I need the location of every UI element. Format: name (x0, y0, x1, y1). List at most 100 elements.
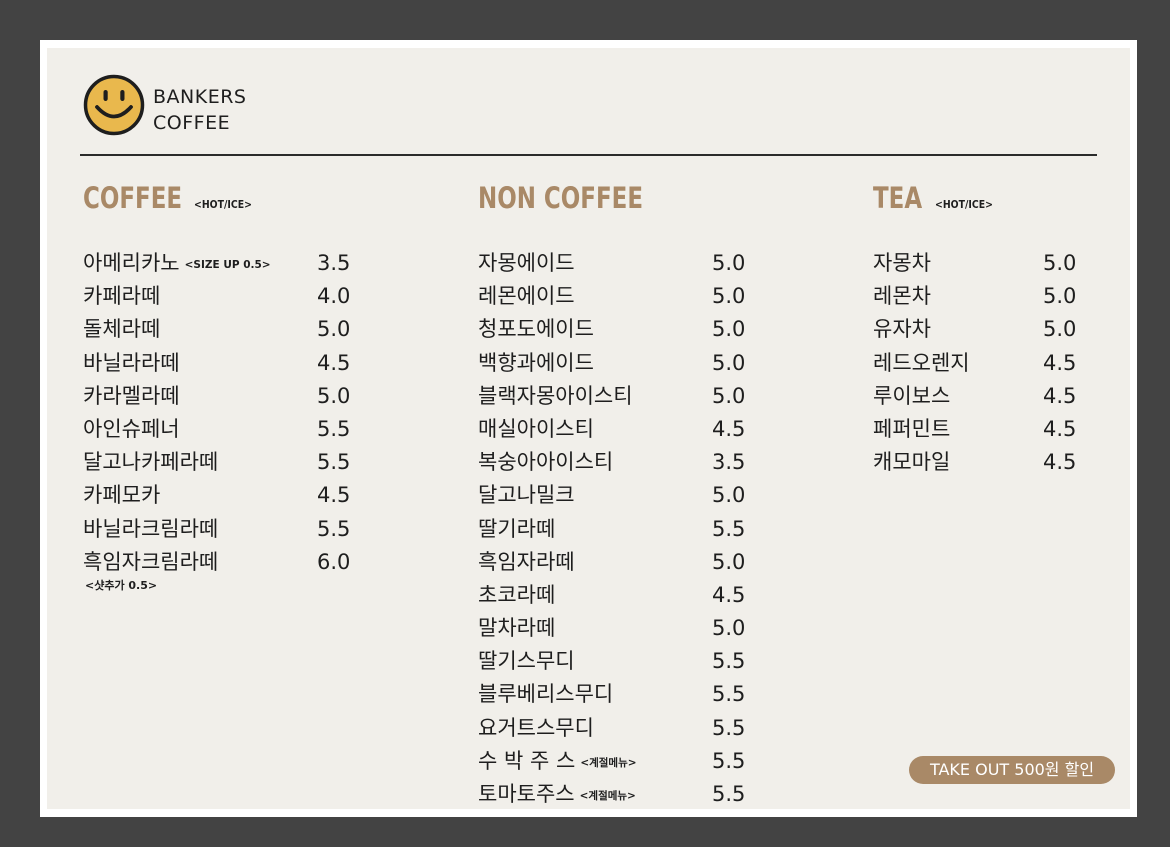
item-name: 레몬에이드 (478, 284, 575, 309)
item-price: 5.0 (712, 317, 746, 342)
menu-item: 요거트스무디 5.5 (478, 712, 778, 745)
menu-item: 딸기스무디 5.5 (478, 645, 778, 678)
menu-item: 흑임자라떼 5.0 (478, 546, 778, 579)
item-price: 5.0 (712, 350, 746, 375)
menu-item: 페퍼민트 4.5 (873, 413, 1113, 446)
item-price: 5.0 (712, 383, 746, 408)
menu-item: 초코라떼 4.5 (478, 579, 778, 612)
takeout-discount-badge: TAKE OUT 500원 할인 (909, 756, 1115, 784)
menu-item: 레드오렌지 4.5 (873, 347, 1113, 380)
item-name: 복숭아아이스티 (478, 450, 614, 475)
menu-item: 바닐라라떼 4.5 (83, 347, 383, 380)
item-price: 5.0 (712, 284, 746, 309)
brand-line-1: BANKERS (153, 86, 247, 108)
item-price: 4.5 (1043, 383, 1077, 408)
header-divider (80, 154, 1097, 156)
menu-item: 토마토주스 <계절메뉴> 5.5 (478, 778, 778, 811)
item-name: 백향과에이드 (478, 350, 594, 375)
item-price: 5.0 (712, 549, 746, 574)
brand-line-2: COFFEE (153, 112, 231, 134)
item-name: 초코라떼 (478, 582, 556, 607)
non-coffee-title: NON COFFEE (478, 181, 644, 215)
item-name: 달고나카페라떼 (83, 450, 219, 475)
tea-title: TEA (873, 181, 923, 215)
item-name: 요거트스무디 (478, 715, 594, 740)
item-name: 달고나밀크 (478, 483, 575, 508)
item-name: 딸기라떼 (478, 516, 556, 541)
item-name: 캐모마일 (873, 450, 951, 475)
item-price: 3.5 (712, 450, 746, 475)
item-price: 5.0 (1043, 317, 1077, 342)
brand-name: BANKERS COFFEE (153, 84, 246, 136)
item-name: 자몽차 (873, 251, 931, 275)
tea-item-list: 자몽차 5.0 레몬차 5.0 유자차 5.0 레드오렌지 4.5 루이보스 4.5 페퍼… (873, 247, 1113, 479)
menu-item: 자몽차 5.0 (873, 247, 1113, 280)
menu-item: 레몬에이드 5.0 (478, 280, 778, 313)
item-name: 페퍼민트 (873, 416, 951, 441)
item-name: 흑임자크림라떼 (83, 549, 219, 574)
item-price: 4.5 (1043, 450, 1077, 475)
item-price: 5.5 (712, 748, 746, 773)
item-price: 4.5 (712, 582, 746, 607)
item-price: 5.0 (1043, 284, 1077, 309)
item-price: 5.5 (712, 516, 746, 541)
item-price: 5.0 (317, 317, 351, 342)
item-price: 4.5 (317, 483, 351, 508)
tea-section: TEA <HOT/ICE> 자몽차 5.0 레몬차 5.0 유자차 5.0 레드오렌지… (873, 181, 1113, 479)
coffee-subtitle: <HOT/ICE> (193, 198, 252, 211)
non-coffee-section: NON COFFEE 자몽에이드 5.0 레몬에이드 5.0 청포도에이드 5.0 백… (478, 181, 778, 811)
item-name: 매실아이스티 (478, 416, 594, 441)
item-name: 블랙자몽아이스티 (478, 383, 633, 408)
menu-item: 캐모마일 4.5 (873, 446, 1113, 479)
menu-item: 바닐라크림라떼 5.5 (83, 513, 383, 546)
item-name: 청포도에이드 (478, 317, 594, 342)
extra-shot-note: <샷추가 0.5> (85, 578, 158, 592)
item-price: 5.0 (1043, 251, 1077, 275)
coffee-header: COFFEE <HOT/ICE> (83, 181, 383, 217)
item-price: 3.5 (317, 251, 351, 275)
menu-item: 루이보스 4.5 (873, 380, 1113, 413)
item-price: 5.5 (712, 782, 746, 806)
menu-item: 수 박 주 스 <계절메뉴> 5.5 (478, 745, 778, 778)
item-name: 바닐라크림라떼 (83, 516, 219, 541)
menu-item: 돌체라떼 5.0 (83, 313, 383, 346)
item-note: <계절메뉴> (579, 790, 636, 802)
item-name: 수 박 주 스 (478, 748, 576, 773)
item-price: 4.5 (1043, 416, 1077, 441)
menu-item: 달고나밀크 5.0 (478, 479, 778, 512)
item-price: 6.0 (317, 549, 351, 574)
item-price: 5.5 (712, 649, 746, 674)
menu-item: 아메리카노 <SIZE UP 0.5> 3.5 (83, 247, 383, 280)
item-price: 5.5 (712, 682, 746, 707)
item-name: 바닐라라떼 (83, 350, 180, 375)
menu-item: 아인슈페너 5.5 (83, 413, 383, 446)
item-price: 5.0 (317, 383, 351, 408)
item-price: 5.5 (712, 715, 746, 740)
coffee-title: COFFEE (83, 181, 183, 215)
menu-item: 딸기라떼 5.5 (478, 513, 778, 546)
menu-item: 블랙자몽아이스티 5.0 (478, 380, 778, 413)
item-name: 유자차 (873, 317, 931, 342)
item-name: 카라멜라떼 (83, 383, 180, 408)
menu-item: 카페라떼 4.0 (83, 280, 383, 313)
item-name: 아인슈페너 (83, 416, 180, 441)
menu-item: 유자차 5.0 (873, 313, 1113, 346)
menu-item: 레몬차 5.0 (873, 280, 1113, 313)
non-coffee-header: NON COFFEE (478, 181, 778, 217)
item-price: 5.0 (712, 251, 746, 275)
item-price: 4.5 (1043, 350, 1077, 375)
menu-item: 자몽에이드 5.0 (478, 247, 778, 280)
menu-item: 흑임자크림라떼 6.0 (83, 546, 383, 579)
item-note: <계절메뉴> (580, 756, 637, 769)
item-name: 자몽에이드 (478, 251, 575, 275)
menu-item: 카페모카 4.5 (83, 479, 383, 512)
menu-item: 청포도에이드 5.0 (478, 313, 778, 346)
tea-subtitle: <HOT/ICE> (934, 198, 993, 211)
item-name: 카페라떼 (83, 284, 161, 309)
item-note: <SIZE UP 0.5> (184, 259, 271, 271)
menu-item: 매실아이스티 4.5 (478, 413, 778, 446)
non-coffee-item-list: 자몽에이드 5.0 레몬에이드 5.0 청포도에이드 5.0 백향과에이드 5.0 블랙… (478, 247, 778, 811)
menu-item: 복숭아아이스티 3.5 (478, 446, 778, 479)
item-name: 말차라떼 (478, 616, 556, 641)
item-price: 4.0 (317, 284, 351, 309)
